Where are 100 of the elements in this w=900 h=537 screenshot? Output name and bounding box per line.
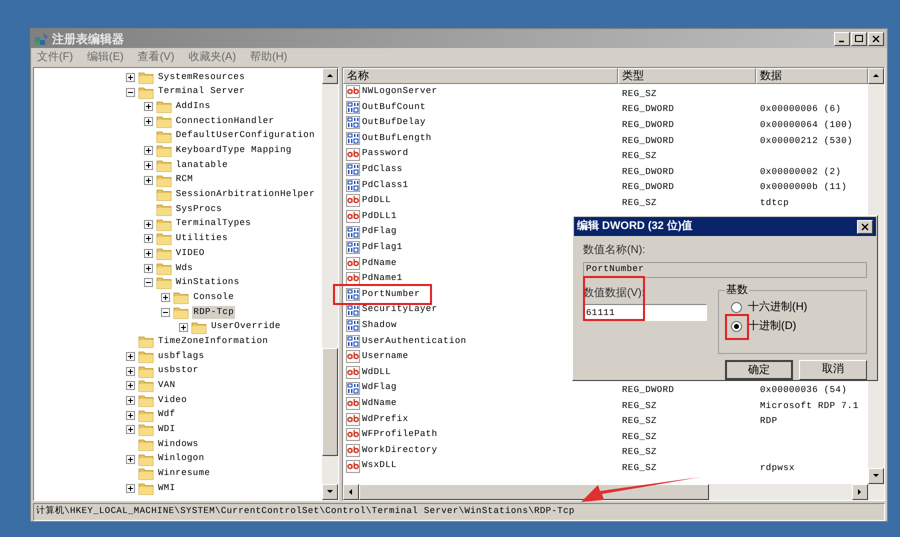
value-name[interactable]: PdFlag [362,225,397,239]
value-name[interactable]: OutBufDelay [362,116,426,130]
scroll-right-button[interactable] [852,484,868,500]
tree-item[interactable]: WMI [157,482,176,496]
column-header[interactable]: 数据 [756,68,868,84]
tree-item[interactable]: TimeZoneInformation [157,334,270,348]
close-button[interactable] [857,220,873,234]
scroll-down-button[interactable] [868,468,884,484]
scroll-down-button[interactable] [322,484,338,500]
expand-icon[interactable] [126,454,135,464]
value-name[interactable]: PortNumber [362,288,420,302]
value-name[interactable]: PdFlag1 [362,240,403,254]
value-data-field[interactable]: 61111 [583,304,707,321]
tree-item[interactable]: RDP-Tcp [192,306,235,320]
expand-icon[interactable] [126,484,135,494]
menu-item[interactable]: 文件(F) [37,49,74,66]
value-name[interactable]: PdName1 [362,272,403,286]
maximize-button[interactable] [851,32,867,46]
value-name[interactable]: WdName [362,396,397,410]
tree-item[interactable]: Winlogon [157,452,206,466]
scroll-left-button[interactable] [343,484,359,500]
expand-icon[interactable] [144,116,153,126]
tree-item[interactable]: Utilities [174,232,229,246]
scrollbar-thumb[interactable] [322,348,338,456]
value-name[interactable]: WFProfilePath [362,428,438,442]
tree-item[interactable]: AddIns [174,100,212,114]
value-name[interactable]: PdClass1 [362,178,408,192]
ok-button[interactable]: 确定 [725,360,793,380]
expand-icon[interactable] [144,160,153,170]
radio-button[interactable] [731,302,742,312]
tree-item[interactable]: VAN [157,379,176,393]
expand-icon[interactable] [126,352,135,361]
menu-item[interactable]: 编辑(E) [87,49,124,66]
value-name[interactable]: Password [362,147,408,161]
tree-item[interactable]: usbstor [157,364,200,378]
expand-icon[interactable] [144,146,153,156]
tree-item[interactable]: WDI [157,423,176,437]
value-name[interactable]: OutBufLength [362,132,432,146]
value-name[interactable]: NWLogonServer [362,85,438,99]
tree-item[interactable]: SysProcs [174,202,224,216]
tree-item[interactable]: Wds [174,262,194,276]
expand-icon[interactable] [144,102,153,112]
tree-item[interactable]: SystemResources [157,70,246,84]
value-name[interactable]: SecurityLayer [362,303,438,317]
expand-icon[interactable] [126,425,135,434]
expand-icon[interactable] [144,220,153,229]
tree-item[interactable]: ConnectionHandler [174,114,276,128]
expand-icon[interactable] [144,234,153,244]
value-name[interactable]: PdName [362,256,397,270]
tree-item[interactable]: VIDEO [174,246,206,260]
expand-icon[interactable] [161,293,170,302]
expand-icon[interactable] [126,381,135,390]
tree-item[interactable]: TerminalTypes [174,217,252,231]
value-name[interactable]: PdDLL1 [362,210,397,224]
tree-item[interactable]: KeyboardType Mapping [174,144,293,158]
tree-item[interactable]: UserOverride [210,320,282,334]
collapse-icon[interactable] [161,308,170,317]
expand-icon[interactable] [144,176,153,185]
expand-icon[interactable] [126,72,135,82]
horizontal-scrollbar[interactable] [343,484,884,500]
scrollbar-thumb[interactable] [359,484,709,500]
menu-item[interactable]: 帮助(H) [250,49,288,66]
vertical-scrollbar[interactable] [322,68,338,500]
value-name[interactable]: OutBufCount [362,100,426,114]
tree-item[interactable]: Video [157,394,188,408]
column-header[interactable]: 类型 [618,68,756,84]
expand-icon[interactable] [144,264,153,273]
scroll-up-button[interactable] [868,68,884,84]
tree-item[interactable]: DefaultUserConfiguration [174,129,316,143]
cancel-button[interactable]: 取消 [799,360,867,380]
expand-icon[interactable] [126,410,135,420]
tree-item[interactable]: WinStations [174,276,240,290]
tree-item[interactable]: Wdf [157,408,176,422]
tree-item[interactable]: lanatable [174,158,229,172]
tree-item[interactable]: Console [192,290,235,304]
expand-icon[interactable] [144,249,153,258]
value-name[interactable]: PdClass [362,163,403,177]
value-name[interactable]: UserAuthentication [362,334,466,348]
menu-item[interactable]: 收藏夹(A) [188,49,236,66]
radio-label[interactable]: 十进制(D) [748,318,796,334]
expand-icon[interactable] [126,366,135,376]
collapse-icon[interactable] [144,278,153,288]
tree-item[interactable]: Winresume [157,467,212,481]
tree-item[interactable]: usbflags [157,350,206,364]
tree-item[interactable]: RCM [174,173,194,187]
value-name[interactable]: Shadow [362,318,397,332]
value-name[interactable]: WsxDLL [362,459,397,473]
tree-item[interactable]: Terminal Server [157,85,246,99]
value-name[interactable]: WorkDirectory [362,444,438,458]
menu-item[interactable]: 查看(V) [138,49,174,66]
value-name[interactable]: WdPrefix [362,412,408,426]
close-button[interactable] [868,32,884,46]
value-name[interactable]: WdFlag [362,381,397,395]
expand-icon[interactable] [179,322,188,332]
value-name[interactable]: WdDLL [362,366,392,380]
expand-icon[interactable] [126,396,135,405]
value-name[interactable]: Username [362,350,408,364]
tree-item[interactable]: SessionArbitrationHelper [174,188,316,202]
radio-button[interactable] [731,320,742,332]
radio-label[interactable]: 十六进制(H) [748,298,808,316]
